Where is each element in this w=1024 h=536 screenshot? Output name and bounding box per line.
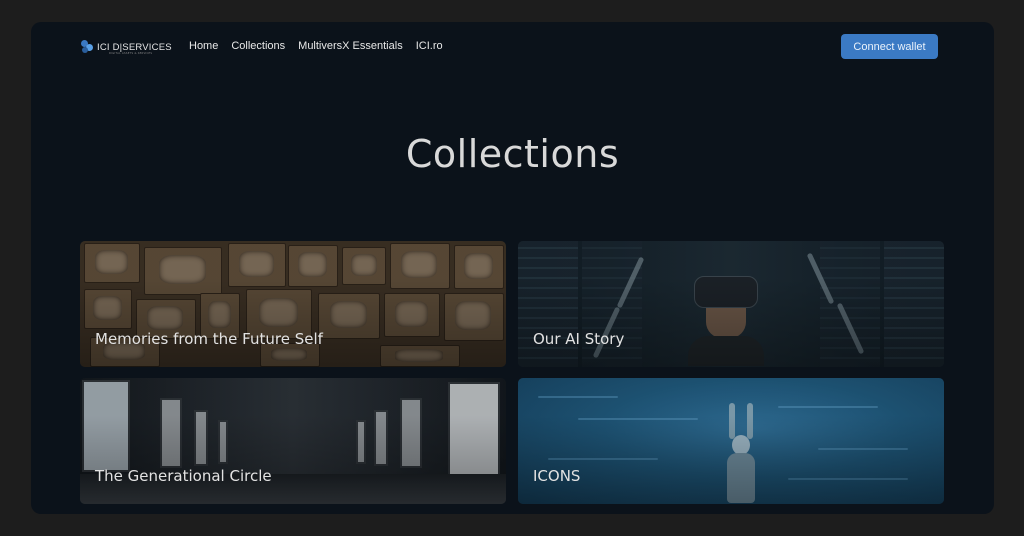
nav-item-ici-ro[interactable]: ICI.ro bbox=[416, 40, 443, 52]
logo-icon bbox=[81, 40, 94, 54]
nav-item-collections[interactable]: Collections bbox=[231, 40, 285, 52]
top-nav: ICI D|SERVICES DIGITAL ASSETS & SERVICES… bbox=[31, 22, 994, 72]
collection-title: Memories from the Future Self bbox=[95, 330, 323, 348]
nav-menu: Home Collections MultiversX Essentials I… bbox=[189, 40, 443, 52]
collection-card-our-ai-story[interactable]: Our AI Story bbox=[518, 241, 944, 367]
brand-logo[interactable]: ICI D|SERVICES DIGITAL ASSETS & SERVICES bbox=[81, 39, 172, 55]
collection-title: ICONS bbox=[533, 467, 581, 485]
nav-item-multiversx-essentials[interactable]: MultiversX Essentials bbox=[298, 40, 403, 52]
collection-title: Our AI Story bbox=[533, 330, 625, 348]
collections-grid: Memories from the Future Self Our AI Sto… bbox=[80, 241, 944, 504]
collection-card-icons[interactable]: ICONS bbox=[518, 378, 944, 504]
nav-item-home[interactable]: Home bbox=[189, 40, 218, 52]
collection-title: The Generational Circle bbox=[95, 467, 272, 485]
collection-card-memories[interactable]: Memories from the Future Self bbox=[80, 241, 506, 367]
app-window: ICI D|SERVICES DIGITAL ASSETS & SERVICES… bbox=[31, 22, 994, 514]
brand-tagline: DIGITAL ASSETS & SERVICES bbox=[109, 52, 153, 55]
page-title: Collections bbox=[405, 132, 620, 176]
collection-card-generational-circle[interactable]: The Generational Circle bbox=[80, 378, 506, 504]
connect-wallet-button[interactable]: Connect wallet bbox=[841, 34, 938, 59]
brand-name: ICI D|SERVICES bbox=[97, 41, 172, 53]
